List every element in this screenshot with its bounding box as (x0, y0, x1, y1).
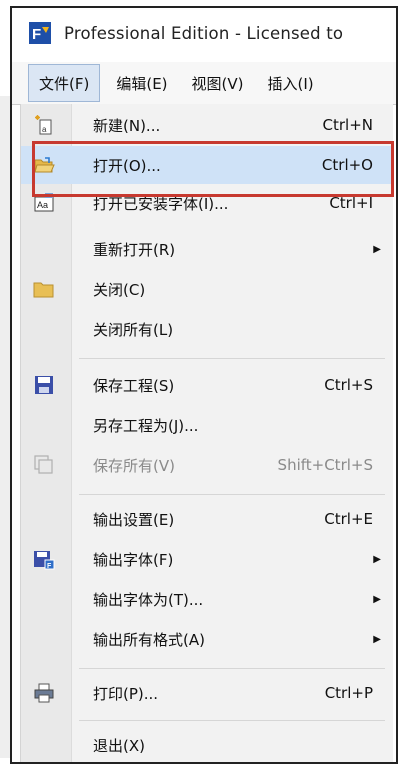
menu-bar: 文件(F) 编辑(E) 视图(V) 插入(I) (12, 62, 396, 105)
menu-item-label: 输出字体为(T)... (93, 590, 204, 609)
menu-item-export-font-as[interactable]: 输出字体为(T)... ▶ (21, 580, 393, 618)
menu-file[interactable]: 文件(F) (28, 64, 101, 102)
new-file-icon: a (35, 115, 52, 135)
menu-item-save-all: 保存所有(V) Shift+Ctrl+S (21, 446, 393, 484)
svg-text:a: a (42, 125, 47, 134)
window-title: Professional Edition - Licensed to (64, 23, 344, 43)
menu-item-label: 保存所有(V) (93, 456, 175, 475)
submenu-arrow-icon: ▶ (373, 243, 381, 255)
submenu-arrow-icon: ▶ (373, 553, 381, 565)
export-font-icon: F (34, 551, 55, 570)
screenshot-frame: F Professional Edition - Licensed to 文件(… (10, 6, 398, 764)
menu-item-exit[interactable]: 退出(X) (21, 726, 393, 762)
menu-edit[interactable]: 编辑(E) (108, 62, 175, 104)
printer-icon (34, 683, 54, 703)
menu-item-label: 保存工程(S) (93, 376, 175, 395)
menu-item-print[interactable]: 打印(P)... Ctrl+P (21, 674, 393, 712)
menu-item-label: 输出字体(F) (93, 550, 174, 569)
close-folder-icon (33, 282, 54, 298)
menu-item-reopen[interactable]: 重新打开(R) ▶ (21, 230, 393, 268)
menu-item-label: 关闭(C) (93, 280, 146, 299)
menu-separator (79, 668, 385, 669)
title-bar: F Professional Edition - Licensed to (12, 8, 396, 58)
menu-item-shortcut: Ctrl+S (324, 376, 373, 394)
menu-item-label: 打印(P)... (93, 684, 159, 703)
menu-item-label: 新建(N)... (93, 116, 161, 135)
submenu-arrow-icon: ▶ (373, 633, 381, 645)
menu-item-export-all-formats[interactable]: 输出所有格式(A) ▶ (21, 620, 393, 658)
menu-separator (79, 494, 385, 495)
menu-item-save-project-as[interactable]: 另存工程为(J)... (21, 406, 393, 444)
menu-insert[interactable]: 插入(I) (260, 62, 322, 104)
menu-item-shortcut: Shift+Ctrl+S (277, 456, 373, 474)
menu-item-label: 退出(X) (93, 736, 145, 755)
annotation-highlight-box (32, 141, 394, 197)
menu-view[interactable]: 视图(V) (184, 62, 252, 104)
menu-item-shortcut: Ctrl+P (324, 684, 373, 702)
submenu-arrow-icon: ▶ (373, 593, 381, 605)
file-menu-dropdown: a 新建(N)... Ctrl+N 打开(O)... Ctrl+O Aa 打开已… (20, 104, 393, 762)
menu-item-export-settings[interactable]: 输出设置(E) Ctrl+E (21, 500, 393, 538)
menu-item-export-font[interactable]: F 输出字体(F) ▶ (21, 540, 393, 578)
svg-text:F: F (32, 26, 41, 43)
menu-item-close[interactable]: 关闭(C) (21, 270, 393, 308)
menu-item-label: 另存工程为(J)... (93, 416, 199, 435)
menu-item-label: 输出所有格式(A) (93, 630, 205, 649)
save-icon (35, 376, 53, 394)
svg-text:Aa: Aa (37, 200, 48, 210)
svg-text:F: F (47, 563, 52, 570)
menu-item-label: 输出设置(E) (93, 510, 175, 529)
menu-item-label: 重新打开(R) (93, 240, 176, 259)
menu-separator (79, 720, 385, 721)
save-all-icon (34, 455, 53, 474)
menu-separator (79, 358, 385, 359)
menu-item-shortcut: Ctrl+N (322, 116, 373, 134)
app-logo-icon: F (29, 22, 51, 44)
menu-item-save-project[interactable]: 保存工程(S) Ctrl+S (21, 366, 393, 404)
menu-item-close-all[interactable]: 关闭所有(L) (21, 310, 393, 348)
menu-item-new[interactable]: a 新建(N)... Ctrl+N (21, 106, 393, 144)
menu-item-shortcut: Ctrl+E (324, 510, 373, 528)
menu-item-label: 关闭所有(L) (93, 320, 174, 339)
